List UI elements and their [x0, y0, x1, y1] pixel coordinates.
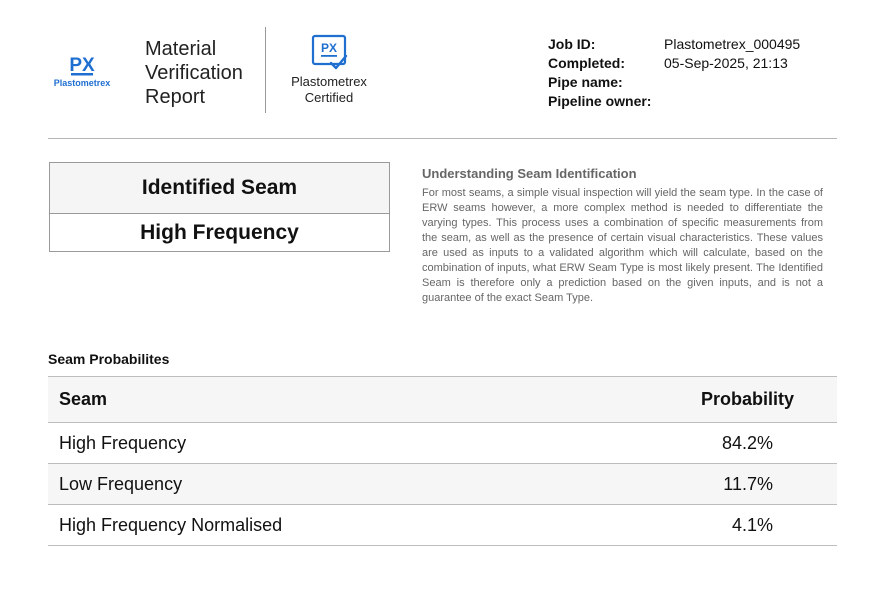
pipeline-owner-label: Pipeline owner:: [548, 93, 652, 109]
understanding-title: Understanding Seam Identification: [422, 166, 637, 181]
certified-line-2: Certified: [304, 90, 354, 105]
brand-name: Plastometrex: [53, 78, 111, 88]
certified-icon: PX: [311, 34, 348, 70]
job-row: Job ID: Plastometrex_000495: [548, 35, 800, 54]
section-divider: [48, 138, 837, 139]
seam-cell: High Frequency Normalised: [59, 514, 283, 535]
column-header-seam: Seam: [59, 389, 108, 409]
svg-text:PX: PX: [321, 41, 337, 55]
probabilities-title: Seam Probabilites: [48, 351, 170, 367]
probability-cell: 11.7%: [723, 473, 773, 494]
probability-cell: 4.1%: [731, 514, 773, 535]
job-row: Completed: 05-Sep-2025, 21:13: [548, 54, 800, 73]
understanding-body: For most seams, a simple visual inspecti…: [422, 187, 823, 304]
identified-seam-box: Identified Seam High Frequency: [49, 162, 390, 252]
svg-text:PX: PX: [69, 55, 95, 76]
identified-seam-heading: Identified Seam: [50, 163, 389, 214]
report-title-line-2: Verification: [145, 62, 243, 84]
job-row: Pipeline owner:: [548, 92, 800, 111]
understanding-section: Understanding Seam Identification For mo…: [422, 166, 823, 306]
certified-line-1: Plastometrex: [291, 74, 367, 89]
report-title-line-1: Material: [145, 38, 217, 60]
seam-cell: Low Frequency: [59, 473, 183, 494]
table-row: High Frequency 84.2%: [48, 423, 837, 464]
job-row: Pipe name:: [548, 73, 800, 92]
probability-cell: 84.2%: [721, 432, 773, 453]
report-title-line-3: Report: [145, 86, 206, 108]
seam-cell: High Frequency: [59, 432, 187, 453]
certified-badge: PX Plastometrex Certified: [282, 34, 376, 106]
completed-label: Completed:: [548, 55, 625, 71]
probabilities-table: Seam Probability High Frequency 84.2% Lo…: [48, 376, 837, 546]
column-header-probability: Probability: [700, 389, 794, 409]
table-row: High Frequency Normalised 4.1%: [48, 505, 837, 546]
identified-seam-value: High Frequency: [140, 220, 299, 244]
table-row: Low Frequency 11.7%: [48, 464, 837, 505]
pipe-name-label: Pipe name:: [548, 74, 623, 90]
table-header-row: Seam Probability: [48, 377, 837, 423]
report-title: Material Verification Report: [145, 37, 243, 109]
company-logo: PX Plastometrex: [50, 54, 114, 88]
completed-value: 05-Sep-2025, 21:13: [664, 55, 788, 71]
header-divider: [265, 27, 266, 113]
job-info: Job ID: Plastometrex_000495 Completed: 0…: [548, 35, 800, 111]
px-logo-icon: PX: [69, 55, 95, 76]
job-id-label: Job ID:: [548, 36, 596, 52]
job-id-value: Plastometrex_000495: [664, 36, 801, 52]
